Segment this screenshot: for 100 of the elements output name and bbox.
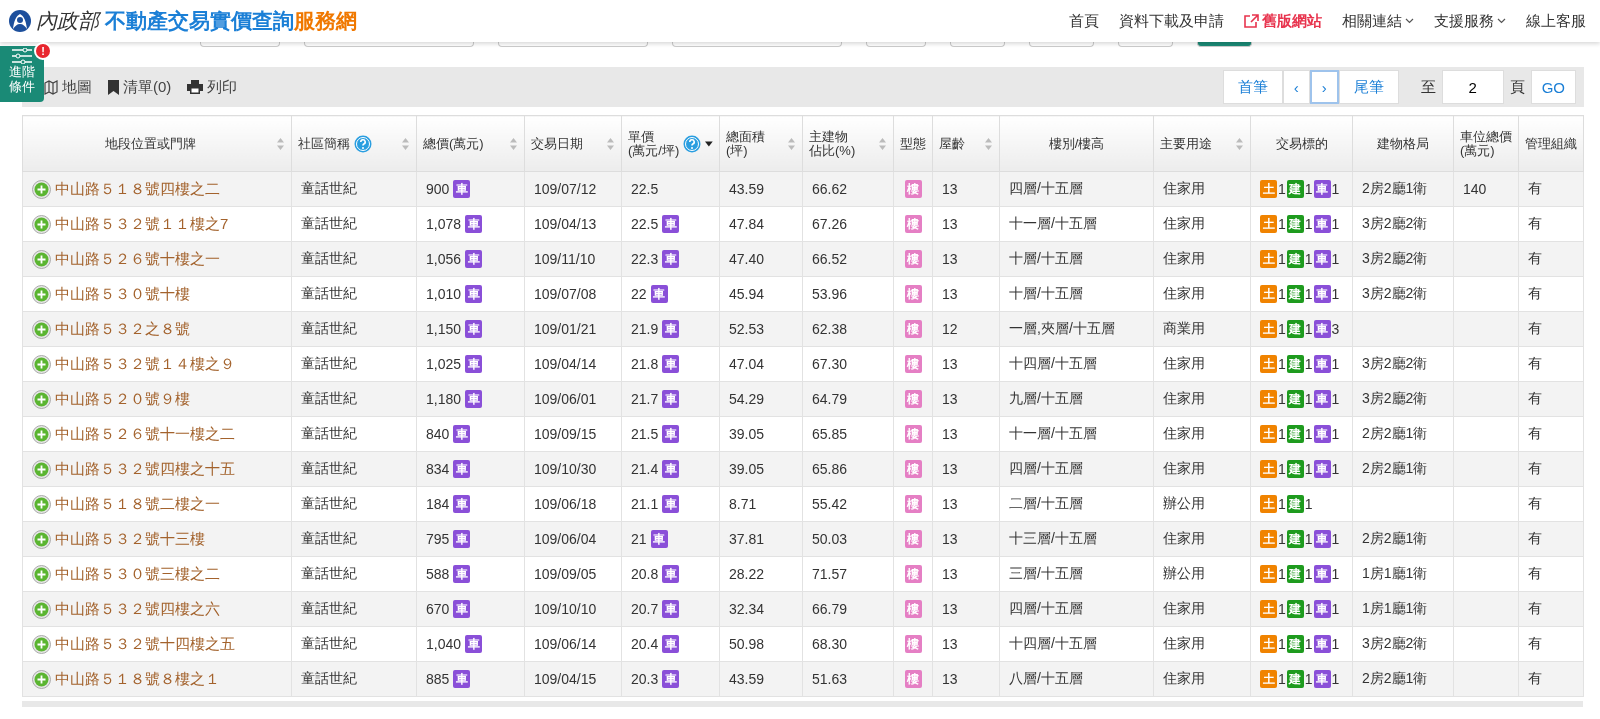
- floor-text: 二層/十五層: [1009, 495, 1083, 511]
- target-tag: 車: [1313, 180, 1331, 198]
- next-page-button[interactable]: ›: [1309, 70, 1339, 104]
- target-count: 1: [1304, 636, 1313, 652]
- building-age: 12: [942, 321, 958, 337]
- column-header[interactable]: 車位總價 (萬元): [1453, 115, 1519, 172]
- main-use: 商業用: [1163, 320, 1205, 336]
- expand-icon[interactable]: [32, 389, 51, 409]
- nav-dropdown[interactable]: 支援服務: [1434, 11, 1506, 31]
- expand-icon[interactable]: [32, 459, 51, 479]
- page-label: 頁: [1509, 77, 1525, 97]
- nav-dropdown[interactable]: 相關連結: [1342, 11, 1414, 31]
- expand-icon[interactable]: [32, 599, 51, 619]
- sort-descending-icon[interactable]: [705, 140, 713, 147]
- target-tag: 建: [1286, 320, 1304, 338]
- building-age: 13: [942, 461, 958, 477]
- column-header[interactable]: 地段位置或門牌: [22, 115, 292, 172]
- management-text: 有: [1528, 355, 1542, 371]
- help-icon[interactable]: [354, 134, 372, 153]
- transaction-date: 109/01/21: [534, 321, 597, 337]
- transaction-date: 109/09/15: [534, 426, 597, 442]
- expand-icon[interactable]: [32, 494, 51, 514]
- column-header[interactable]: 總價(萬元): [416, 115, 525, 172]
- sort-icon[interactable]: [1235, 136, 1244, 151]
- building-type-tag: 樓: [904, 530, 922, 549]
- column-header[interactable]: 單價 (萬元/坪): [621, 115, 720, 172]
- column-header[interactable]: 主建物 佔比(%): [802, 115, 894, 172]
- target-count: 1: [1304, 671, 1313, 687]
- nav-link[interactable]: 線上客服: [1526, 11, 1586, 31]
- sort-icon[interactable]: [606, 136, 615, 151]
- expand-icon[interactable]: [32, 284, 51, 304]
- sort-icon[interactable]: [276, 136, 285, 151]
- column-header[interactable]: 主要用途: [1153, 115, 1251, 172]
- column-header[interactable]: 管理組織: [1518, 115, 1584, 172]
- community-name: 童話世紀: [301, 670, 357, 686]
- target-count: 1: [1304, 496, 1313, 512]
- target-tag: 建: [1286, 460, 1304, 478]
- target-count: 1: [1304, 286, 1313, 302]
- column-header[interactable]: 屋齡: [932, 115, 1000, 172]
- column-header[interactable]: 交易標的: [1250, 115, 1353, 172]
- management-text: 有: [1528, 565, 1542, 581]
- bookmark-icon: [108, 79, 119, 95]
- target-count: 1: [1278, 601, 1286, 617]
- toolbar-action[interactable]: 地圖: [44, 77, 92, 97]
- sort-icon[interactable]: [984, 136, 993, 151]
- community-name: 童話世紀: [301, 460, 357, 476]
- nav-link[interactable]: 資料下載及申請: [1119, 11, 1224, 31]
- main-use: 住家用: [1163, 530, 1205, 546]
- last-page-button[interactable]: 尾筆: [1338, 70, 1399, 104]
- expand-icon[interactable]: [32, 529, 51, 549]
- target-tag: 車: [1313, 285, 1331, 303]
- expand-icon[interactable]: [32, 214, 51, 234]
- column-header[interactable]: 社區簡稱: [291, 115, 417, 172]
- toolbar-action[interactable]: 列印: [187, 77, 238, 97]
- first-page-button[interactable]: 首筆: [1222, 70, 1283, 104]
- building-layout: 3房2廳2衛: [1362, 285, 1428, 301]
- total-price: 1,025: [426, 356, 462, 372]
- parking-tag: 車: [465, 320, 483, 338]
- total-area: 43.59: [729, 181, 765, 197]
- expand-icon[interactable]: [32, 669, 51, 689]
- floor-text: 十一層/十五層: [1009, 215, 1097, 231]
- column-header[interactable]: 交易日期: [524, 115, 622, 172]
- parking-tag: 車: [453, 460, 471, 478]
- previous-page-button[interactable]: ‹: [1282, 70, 1310, 104]
- nav-link[interactable]: 首頁: [1069, 11, 1099, 31]
- expand-icon[interactable]: [32, 249, 51, 269]
- expand-icon[interactable]: [32, 424, 51, 444]
- column-header[interactable]: 樓別/樓高: [999, 115, 1154, 172]
- building-age: 13: [942, 181, 958, 197]
- go-button[interactable]: GO: [1530, 70, 1576, 104]
- expand-icon[interactable]: [32, 354, 51, 374]
- main-building-ratio: 51.63: [812, 671, 848, 687]
- target-tag: 土: [1260, 670, 1277, 688]
- expand-icon[interactable]: [32, 319, 51, 339]
- target-count: 1: [1278, 216, 1286, 232]
- building-layout: 2房2廳1衛: [1362, 180, 1428, 196]
- toolbar-action[interactable]: 清單(0): [108, 77, 172, 97]
- community-name: 童話世紀: [301, 215, 357, 231]
- expand-icon[interactable]: [32, 634, 51, 654]
- unit-price: 20.8: [631, 566, 659, 582]
- building-layout: 2房2廳1衛: [1362, 530, 1428, 546]
- floor-text: 四層/十五層: [1009, 460, 1083, 476]
- building-age: 13: [942, 671, 958, 687]
- expand-icon[interactable]: [32, 179, 51, 199]
- parking-tag: 車: [453, 530, 471, 548]
- sort-icon[interactable]: [509, 136, 518, 151]
- column-header[interactable]: 建物格局: [1352, 115, 1454, 172]
- sort-icon[interactable]: [878, 136, 887, 151]
- column-header[interactable]: 型態: [893, 115, 933, 172]
- management-text: 有: [1528, 635, 1542, 651]
- page-input[interactable]: 2: [1441, 70, 1504, 104]
- main-use: 住家用: [1163, 355, 1205, 371]
- nav-link[interactable]: 舊版網站: [1244, 11, 1322, 31]
- target-count: 1: [1331, 426, 1340, 442]
- sort-icon[interactable]: [401, 136, 410, 151]
- column-header[interactable]: 總面積 (坪): [719, 115, 803, 172]
- sort-icon[interactable]: [787, 136, 796, 151]
- expand-icon[interactable]: [32, 564, 51, 584]
- main-use: 住家用: [1163, 600, 1205, 616]
- target-tag: 車: [1313, 355, 1331, 373]
